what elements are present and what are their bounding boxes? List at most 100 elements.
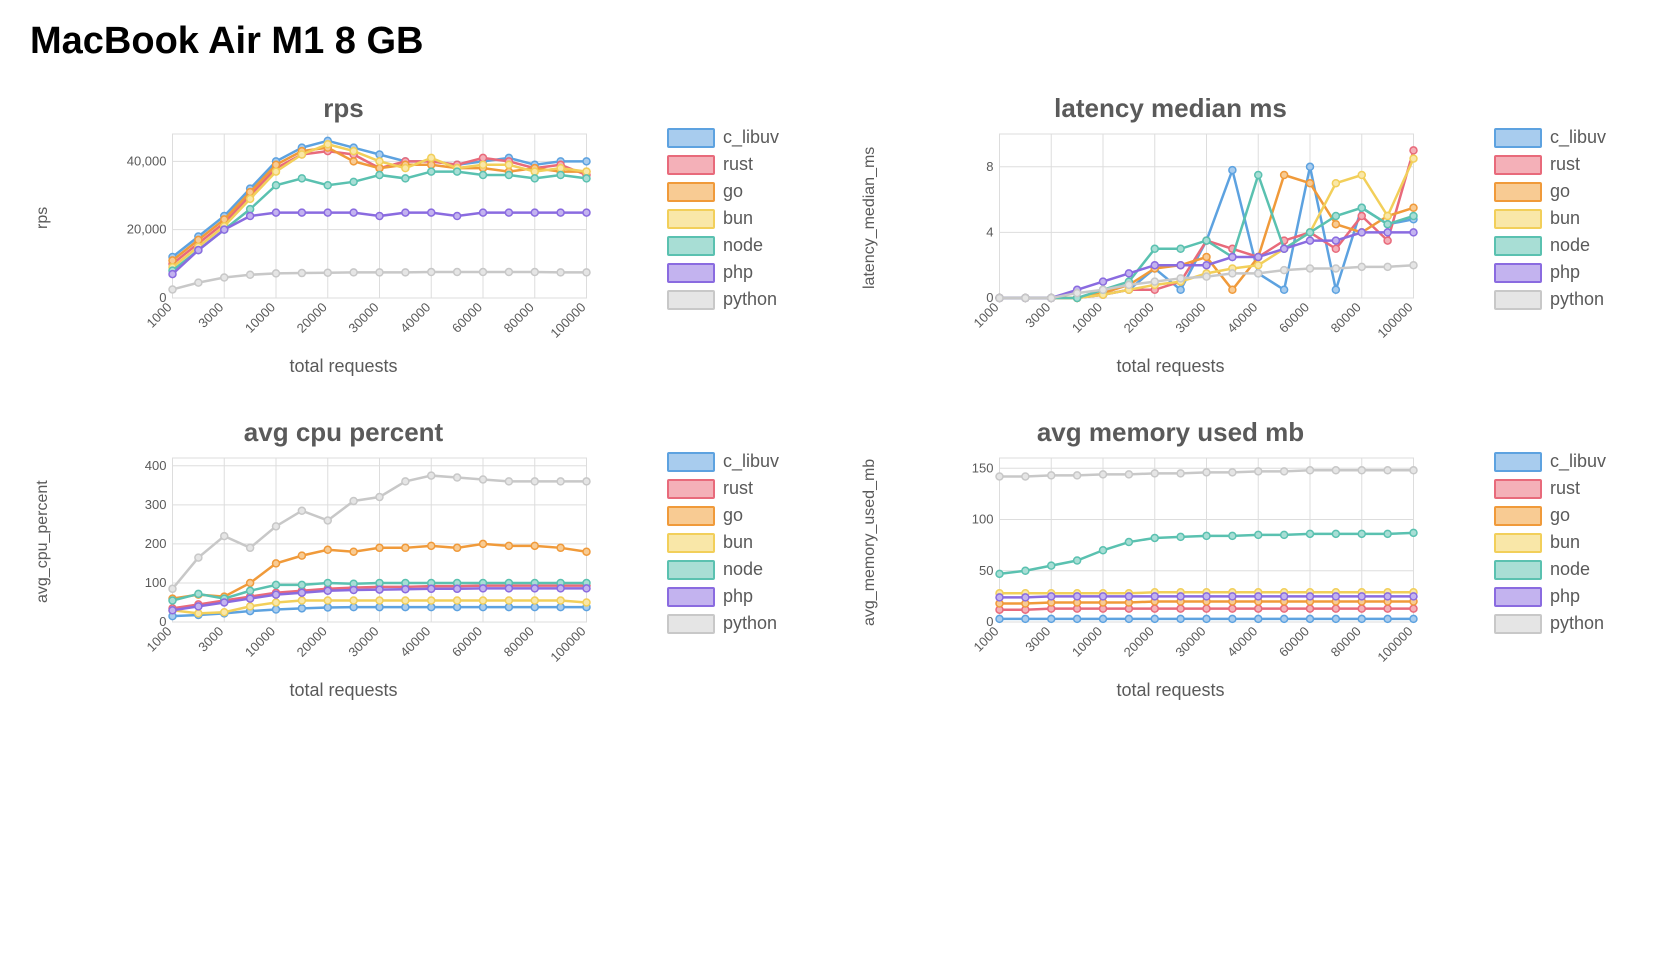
svg-text:20,000: 20,000 bbox=[127, 222, 167, 237]
legend-swatch-icon bbox=[667, 182, 715, 202]
legend-item-go[interactable]: go bbox=[667, 505, 797, 526]
legend-item-python[interactable]: python bbox=[1494, 613, 1624, 634]
svg-text:100: 100 bbox=[972, 512, 994, 527]
legend-item-python[interactable]: python bbox=[667, 289, 797, 310]
svg-text:60000: 60000 bbox=[449, 624, 485, 660]
legend-label: python bbox=[723, 613, 777, 634]
chart-title: latency median ms bbox=[857, 93, 1484, 124]
legend-item-go[interactable]: go bbox=[1494, 181, 1624, 202]
legend-swatch-icon bbox=[1494, 209, 1542, 229]
legend-swatch-icon bbox=[667, 290, 715, 310]
svg-text:200: 200 bbox=[145, 536, 167, 551]
legend-item-bun[interactable]: bun bbox=[1494, 532, 1624, 553]
legend-item-node[interactable]: node bbox=[667, 235, 797, 256]
legend-item-c_libuv[interactable]: c_libuv bbox=[667, 451, 797, 472]
legend-item-rust[interactable]: rust bbox=[667, 478, 797, 499]
legend-label: go bbox=[1550, 181, 1570, 202]
legend-item-go[interactable]: go bbox=[667, 181, 797, 202]
legend-item-rust[interactable]: rust bbox=[1494, 154, 1624, 175]
legend-swatch-icon bbox=[667, 452, 715, 472]
svg-text:80000: 80000 bbox=[501, 300, 537, 336]
legend-item-php[interactable]: php bbox=[1494, 262, 1624, 283]
chart-memory: avg memory used mb avg_memory_used_mb 05… bbox=[857, 417, 1624, 701]
svg-text:100000: 100000 bbox=[1374, 300, 1415, 341]
svg-text:1000: 1000 bbox=[144, 624, 175, 655]
legend-swatch-icon bbox=[1494, 614, 1542, 634]
legend-label: bun bbox=[723, 208, 753, 229]
legend-item-rust[interactable]: rust bbox=[1494, 478, 1624, 499]
legend-label: c_libuv bbox=[723, 127, 779, 148]
legend-label: python bbox=[1550, 613, 1604, 634]
legend-item-php[interactable]: php bbox=[667, 586, 797, 607]
chart-title: avg cpu percent bbox=[30, 417, 657, 448]
legend-swatch-icon bbox=[1494, 587, 1542, 607]
legend-item-c_libuv[interactable]: c_libuv bbox=[1494, 451, 1624, 472]
svg-text:40000: 40000 bbox=[397, 300, 433, 336]
svg-text:300: 300 bbox=[145, 497, 167, 512]
svg-text:3000: 3000 bbox=[195, 624, 226, 655]
svg-text:100000: 100000 bbox=[1374, 624, 1415, 665]
x-axis-label: total requests bbox=[30, 680, 657, 701]
legend-label: python bbox=[723, 289, 777, 310]
legend-label: bun bbox=[723, 532, 753, 553]
legend-label: c_libuv bbox=[1550, 451, 1606, 472]
legend-swatch-icon bbox=[1494, 290, 1542, 310]
legend-label: go bbox=[723, 505, 743, 526]
legend-item-bun[interactable]: bun bbox=[667, 532, 797, 553]
legend-label: go bbox=[723, 181, 743, 202]
legend-item-bun[interactable]: bun bbox=[667, 208, 797, 229]
legend-swatch-icon bbox=[1494, 236, 1542, 256]
legend-label: c_libuv bbox=[723, 451, 779, 472]
y-axis-label: rps bbox=[30, 128, 56, 308]
legend-label: go bbox=[1550, 505, 1570, 526]
plot-area[interactable]: 0100200300400100030001000020000300004000… bbox=[56, 452, 657, 632]
legend-item-node[interactable]: node bbox=[1494, 235, 1624, 256]
y-axis-label: avg_cpu_percent bbox=[30, 452, 56, 632]
svg-text:40000: 40000 bbox=[1224, 300, 1260, 336]
legend-item-node[interactable]: node bbox=[1494, 559, 1624, 580]
svg-text:3000: 3000 bbox=[1022, 300, 1053, 331]
svg-text:1000: 1000 bbox=[971, 300, 1002, 331]
legend-swatch-icon bbox=[1494, 155, 1542, 175]
legend-item-python[interactable]: python bbox=[1494, 289, 1624, 310]
legend-item-c_libuv[interactable]: c_libuv bbox=[1494, 127, 1624, 148]
svg-text:10000: 10000 bbox=[242, 300, 278, 336]
svg-text:3000: 3000 bbox=[195, 300, 226, 331]
legend-item-bun[interactable]: bun bbox=[1494, 208, 1624, 229]
legend-label: php bbox=[1550, 262, 1580, 283]
legend-label: php bbox=[723, 262, 753, 283]
svg-text:10000: 10000 bbox=[242, 624, 278, 660]
svg-text:400: 400 bbox=[145, 458, 167, 473]
svg-text:60000: 60000 bbox=[1276, 624, 1312, 660]
legend-swatch-icon bbox=[1494, 533, 1542, 553]
chart-title: rps bbox=[30, 93, 657, 124]
legend-swatch-icon bbox=[667, 560, 715, 580]
legend-swatch-icon bbox=[667, 209, 715, 229]
plot-area[interactable]: 0501001501000300010000200003000040000600… bbox=[883, 452, 1484, 632]
plot-area[interactable]: 0481000300010000200003000040000600008000… bbox=[883, 128, 1484, 308]
legend-label: node bbox=[723, 559, 763, 580]
legend-item-go[interactable]: go bbox=[1494, 505, 1624, 526]
legend-item-node[interactable]: node bbox=[667, 559, 797, 580]
legend-item-php[interactable]: php bbox=[1494, 586, 1624, 607]
svg-text:150: 150 bbox=[972, 460, 994, 475]
legend-item-python[interactable]: python bbox=[667, 613, 797, 634]
page-title: MacBook Air M1 8 GB bbox=[30, 20, 1624, 63]
plot-area[interactable]: 020,00040,000100030001000020000300004000… bbox=[56, 128, 657, 308]
svg-text:1000: 1000 bbox=[144, 300, 175, 331]
legend-item-c_libuv[interactable]: c_libuv bbox=[667, 127, 797, 148]
chart-latency: latency median ms latency_median_ms 0481… bbox=[857, 93, 1624, 377]
legend-item-rust[interactable]: rust bbox=[667, 154, 797, 175]
legend-label: rust bbox=[723, 154, 753, 175]
x-axis-label: total requests bbox=[857, 680, 1484, 701]
svg-text:50: 50 bbox=[979, 563, 993, 578]
chart-grid: rps rps 020,00040,0001000300010000200003… bbox=[30, 93, 1624, 701]
legend-swatch-icon bbox=[1494, 560, 1542, 580]
svg-text:30000: 30000 bbox=[345, 300, 381, 336]
legend: c_libuv rust go bun node php python bbox=[1494, 417, 1624, 634]
svg-text:100000: 100000 bbox=[547, 300, 588, 341]
svg-text:100: 100 bbox=[145, 575, 167, 590]
legend-item-php[interactable]: php bbox=[667, 262, 797, 283]
svg-text:100000: 100000 bbox=[547, 624, 588, 665]
legend-label: bun bbox=[1550, 532, 1580, 553]
